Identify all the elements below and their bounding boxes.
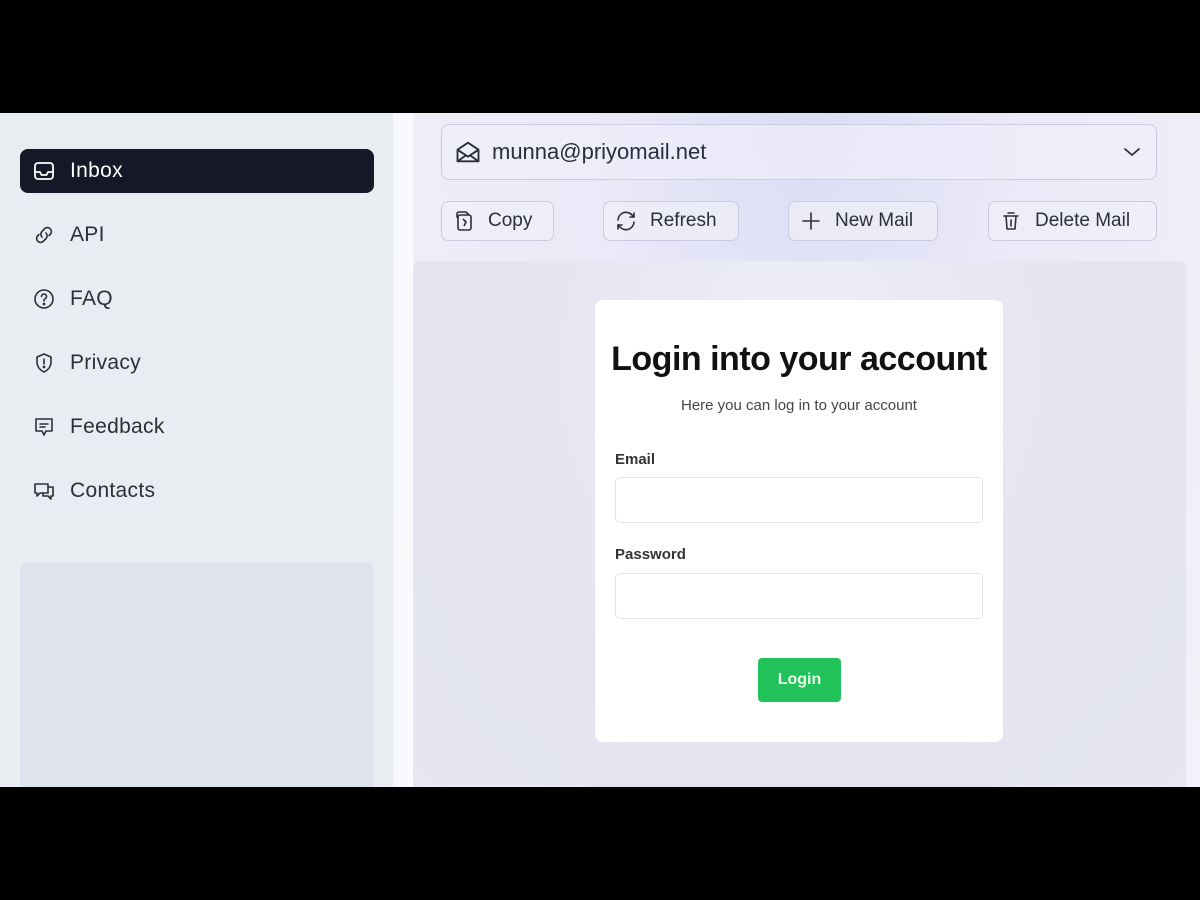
sidebar-item-contacts[interactable]: Contacts: [20, 469, 374, 513]
password-field[interactable]: [615, 573, 983, 619]
new-mail-label: New Mail: [835, 210, 914, 231]
sidebar-divider: [393, 113, 413, 787]
email-address-dropdown[interactable]: munna@priyomail.net: [441, 124, 1157, 180]
toolbar: Copy Refresh New Mail Delete Mail: [441, 201, 1157, 241]
plus-icon: [802, 212, 820, 230]
delete-mail-label: Delete Mail: [1035, 210, 1131, 231]
inbox-icon: [30, 159, 58, 183]
main-area: munna@priyomail.net Copy Refresh New Mai…: [413, 113, 1200, 787]
refresh-button[interactable]: Refresh: [603, 201, 739, 241]
sidebar-item-label: API: [70, 223, 105, 246]
sidebar: Inbox API FAQ Privacy Feedback Contacts: [0, 113, 393, 787]
trash-icon: [1003, 212, 1019, 230]
sidebar-item-faq[interactable]: FAQ: [20, 277, 374, 321]
app-window: Inbox API FAQ Privacy Feedback Contacts …: [0, 113, 1200, 787]
shield-icon: [30, 351, 58, 375]
envelope-open-icon: [456, 141, 480, 163]
copy-icon: [456, 211, 472, 231]
password-label: Password: [615, 546, 686, 563]
chat-bubbles-icon: [30, 479, 58, 503]
sidebar-item-privacy[interactable]: Privacy: [20, 341, 374, 385]
mail-content-frame: Login into your account Here you can log…: [413, 261, 1186, 787]
link-icon: [30, 223, 58, 247]
sidebar-item-label: Privacy: [70, 351, 141, 374]
login-button[interactable]: Login: [758, 658, 841, 702]
sidebar-item-feedback[interactable]: Feedback: [20, 405, 374, 449]
question-circle-icon: [30, 287, 58, 311]
email-label: Email: [615, 451, 656, 468]
chevron-down-icon: [1124, 148, 1140, 156]
email-field[interactable]: [615, 477, 983, 523]
new-mail-button[interactable]: New Mail: [788, 201, 938, 241]
login-title: Login into your account: [611, 340, 987, 378]
sidebar-item-label: FAQ: [70, 287, 113, 310]
email-address: munna@priyomail.net: [492, 139, 707, 164]
feedback-icon: [30, 415, 58, 439]
login-subtitle: Here you can log in to your account: [681, 397, 917, 414]
sidebar-item-label: Contacts: [70, 479, 156, 502]
sidebar-item-api[interactable]: API: [20, 213, 374, 257]
sidebar-item-inbox[interactable]: Inbox: [20, 149, 374, 193]
login-card: Login into your account Here you can log…: [595, 300, 1003, 742]
sidebar-item-label: Inbox: [70, 159, 123, 182]
copy-button[interactable]: Copy: [441, 201, 554, 241]
copy-label: Copy: [488, 210, 533, 231]
refresh-icon: [617, 211, 635, 231]
refresh-label: Refresh: [650, 210, 717, 231]
sidebar-panel: [20, 562, 374, 787]
sidebar-nav: Inbox API FAQ Privacy Feedback Contacts: [20, 149, 374, 533]
sidebar-item-label: Feedback: [70, 415, 165, 438]
delete-mail-button[interactable]: Delete Mail: [988, 201, 1157, 241]
